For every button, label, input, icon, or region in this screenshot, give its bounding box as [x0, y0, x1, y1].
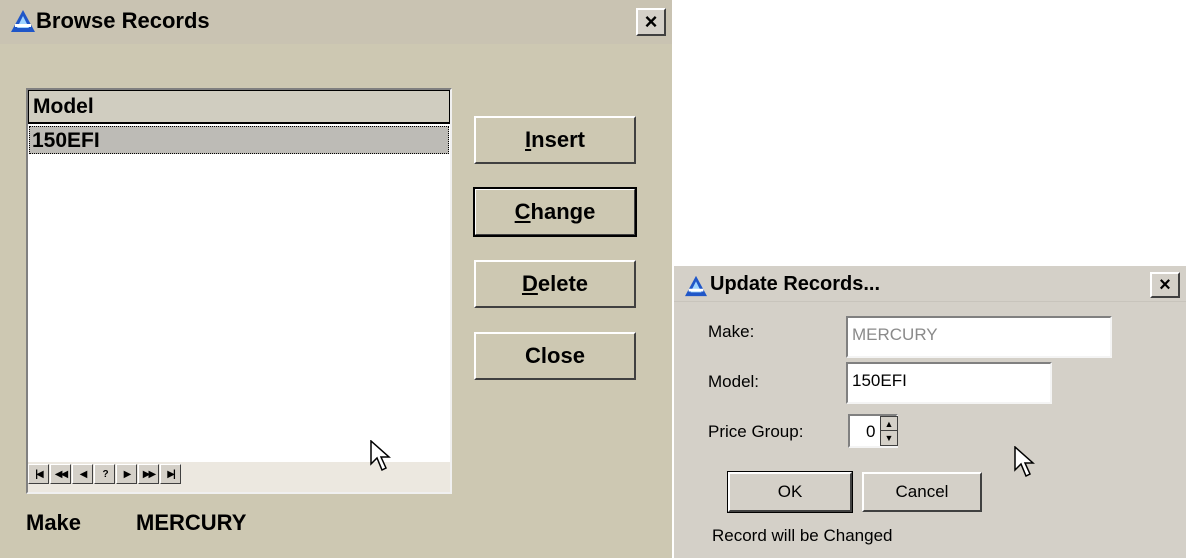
delete-button[interactable]: Delete: [474, 260, 636, 308]
close-icon: ×: [1159, 274, 1171, 296]
previous-record-button[interactable]: ◀: [72, 464, 93, 484]
update-titlebar[interactable]: Update Records... ×: [674, 266, 1186, 302]
close-button[interactable]: Close: [474, 332, 636, 380]
close-window-button[interactable]: ×: [636, 8, 666, 36]
next-record-button[interactable]: ▶: [116, 464, 137, 484]
window-title: Browse Records: [36, 8, 210, 33]
first-record-button[interactable]: |◀: [28, 464, 49, 484]
last-record-button[interactable]: ▶|: [160, 464, 181, 484]
close-icon: ×: [644, 9, 658, 34]
arrow-cursor-icon: [1014, 446, 1035, 478]
make-value: MERCURY: [136, 510, 247, 535]
next-page-button[interactable]: ▶▶: [138, 464, 159, 484]
locate-record-button[interactable]: ?: [94, 464, 115, 484]
ok-button[interactable]: OK: [727, 471, 853, 513]
price-group-label: Price Group:: [708, 422, 804, 441]
record-navigator: |◀ ◀◀ ◀ ? ▶ ▶▶ ▶|: [28, 464, 182, 486]
spin-up-arrow-icon[interactable]: ▲: [881, 417, 897, 431]
model-field-label: Model:: [708, 372, 760, 391]
spinner-buttons: ▲ ▼: [880, 416, 898, 446]
model-field[interactable]: 150EFI: [846, 362, 1052, 404]
spin-down-arrow-icon[interactable]: ▼: [881, 431, 897, 445]
price-group-spinner[interactable]: 0 ▲ ▼: [848, 414, 920, 448]
column-header-model[interactable]: Model: [28, 90, 450, 124]
cancel-button[interactable]: Cancel: [862, 472, 982, 512]
make-field-label: Make:: [708, 322, 755, 341]
browse-titlebar[interactable]: Browse Records ×: [0, 0, 672, 44]
status-message: Record will be Changed: [712, 526, 893, 545]
app-logo-icon: [685, 275, 707, 297]
list-row-selected[interactable]: 150EFI: [29, 126, 449, 154]
change-button[interactable]: Change: [473, 187, 637, 237]
insert-button[interactable]: Insert: [474, 116, 636, 164]
make-label: Make: [26, 510, 82, 535]
close-dialog-button[interactable]: ×: [1150, 272, 1180, 298]
arrow-cursor-icon: [370, 440, 391, 472]
records-listbox[interactable]: Model 150EFI |◀ ◀◀ ◀ ? ▶ ▶▶ ▶|: [26, 88, 452, 494]
app-logo-icon: [11, 10, 35, 32]
make-field: MERCURY: [846, 316, 1112, 358]
update-records-dialog: Update Records... × Make: MERCURY Model:…: [674, 266, 1186, 558]
previous-page-button[interactable]: ◀◀: [50, 464, 71, 484]
dialog-title: Update Records...: [710, 273, 881, 295]
browse-records-window: Browse Records × Model 150EFI |◀ ◀◀ ◀ ? …: [0, 0, 672, 558]
